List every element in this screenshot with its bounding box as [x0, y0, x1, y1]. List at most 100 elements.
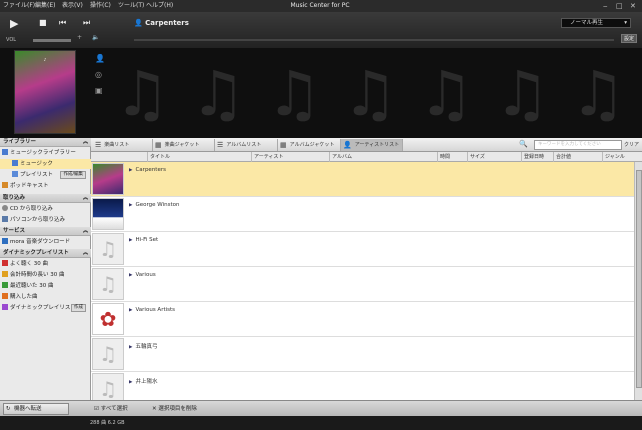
bottom-bar: ↻ 機器へ転送 ☑ すべて選択 ✕ 選択項目を削除	[0, 400, 642, 416]
column-date[interactable]: 登録日時	[521, 152, 544, 162]
window-title: Music Center for PC	[290, 2, 350, 9]
transfer-button[interactable]: ↻ 機器へ転送	[3, 403, 69, 415]
list-item[interactable]: ♫ ▶ Various	[91, 267, 634, 302]
sidebar-item-mora[interactable]: mora 音楽ダウンロード	[0, 237, 91, 247]
expand-icon[interactable]: ▶	[129, 380, 132, 385]
select-all-button[interactable]: ☑ すべて選択	[94, 401, 128, 417]
chevron-down-icon: ▾	[624, 20, 627, 26]
column-album[interactable]: アルバム	[329, 152, 352, 162]
sidebar-item-music-library[interactable]: ミュージックライブラリー	[0, 148, 91, 158]
mora-icon	[2, 238, 8, 244]
expand-icon[interactable]: ▶	[129, 168, 132, 173]
minimize-icon[interactable]: ‒	[603, 0, 607, 12]
column-genre[interactable]: ジャンル	[602, 152, 625, 162]
checkbox-icon: ☑	[94, 406, 99, 412]
sidebar-item-purchased[interactable]: 購入した曲	[0, 292, 91, 302]
cover-art-text: ♪	[43, 57, 47, 62]
search-icon[interactable]: 🔍	[519, 140, 528, 148]
recent-icon	[2, 282, 8, 288]
column-title[interactable]: タイトル	[147, 152, 170, 162]
section-dynamic-playlist[interactable]: ダイナミックプレイリスト ︽	[0, 249, 91, 258]
next-icon[interactable]: ⏭	[83, 18, 90, 28]
expand-icon[interactable]: ▶	[129, 203, 132, 208]
collapse-icon[interactable]: ︽	[83, 227, 88, 236]
sidebar-item-podcast[interactable]: ポッドキャスト	[0, 181, 91, 191]
dynamic-create-button[interactable]: 作成	[71, 304, 86, 312]
vertical-scrollbar[interactable]	[634, 162, 642, 400]
tab-album-list[interactable]: ☰ アルバムリスト	[215, 139, 278, 151]
collapse-icon[interactable]: ︽	[83, 249, 88, 258]
list-item[interactable]: ♫ ▶ 井上陽水	[91, 372, 634, 400]
menu-tools[interactable]: ツール(T)	[118, 0, 144, 12]
column-total[interactable]: 合計値	[553, 152, 571, 162]
sidebar-item-recent[interactable]: 最近聴いた 30 曲	[0, 281, 91, 291]
album-cover[interactable]: ♪	[14, 50, 76, 134]
plus-icon[interactable]: +	[77, 34, 82, 41]
maximize-icon[interactable]: □	[616, 0, 623, 12]
section-service[interactable]: サービス ︽	[0, 227, 91, 236]
volume-slider[interactable]	[33, 39, 71, 42]
close-icon[interactable]: ✕	[630, 0, 636, 12]
sidebar-item-favorite[interactable]: よく聴く 30 曲	[0, 259, 91, 269]
expand-icon[interactable]: ▶	[129, 345, 132, 350]
column-size[interactable]: サイズ	[467, 152, 485, 162]
menu-file[interactable]: ファイル(F)	[3, 0, 35, 12]
menu-view[interactable]: 表示(V)	[62, 0, 83, 12]
speaker-icon[interactable]: 🔈	[92, 34, 99, 41]
section-import[interactable]: 取り込み ︽	[0, 194, 91, 203]
collapse-icon[interactable]: ︽	[83, 138, 88, 147]
disc-icon[interactable]: ◎	[95, 70, 105, 80]
expand-icon[interactable]: ▶	[129, 308, 132, 313]
collapse-icon[interactable]: ︽	[83, 194, 88, 203]
person-list-icon: 👤	[343, 141, 352, 149]
tab-song-jacket[interactable]: ▦ 楽曲ジャケット	[153, 139, 215, 151]
clear-button[interactable]: クリア	[624, 140, 639, 150]
list-item[interactable]: ▶ George Winston	[91, 197, 634, 232]
delete-selected-button[interactable]: ✕ 選択項目を削除	[152, 401, 197, 417]
tab-artist-list[interactable]: 👤 アーティストリスト	[341, 139, 403, 151]
column-header: タイトル アーティスト アルバム 時間 サイズ 登録日時 合計値 ジャンル	[91, 152, 642, 162]
sidebar-item-long[interactable]: 会計時間の長い 30 曲	[0, 270, 91, 280]
previous-icon[interactable]: ⏮	[59, 18, 66, 28]
sidebar-item-dynamic[interactable]: ダイナミックプレイリスト 作成	[0, 303, 91, 313]
sidebar-item-playlist[interactable]: プレイリスト 作成/編集	[0, 170, 91, 180]
list-item[interactable]: ✿ ▶ Various Artists	[91, 302, 634, 337]
list-item[interactable]: ♫ ▶ 五輪真弓	[91, 337, 634, 372]
sidebar-item-music[interactable]: ミュージック	[0, 159, 91, 169]
image-icon[interactable]: ▣	[95, 86, 105, 96]
column-time[interactable]: 時間	[437, 152, 450, 162]
menu-bar: ファイル(F) 編集(E) 表示(V) 操作(C) ツール(T) ヘルプ(H) …	[0, 0, 642, 12]
play-icon[interactable]: ▶	[10, 17, 18, 30]
tab-album-jacket[interactable]: ▦ アルバムジャケット	[278, 139, 341, 151]
sidebar-item-cd-import[interactable]: CD から取り込み	[0, 204, 91, 214]
cd-icon	[2, 205, 8, 211]
sidebar-item-pc-import[interactable]: パソコンから取り込み	[0, 215, 91, 225]
volume-label: VOL	[6, 37, 17, 43]
grid-icon: ▦	[280, 141, 287, 149]
list-item[interactable]: ▶ Carpenters	[91, 162, 634, 197]
heart-icon	[2, 260, 8, 266]
column-artist[interactable]: アーティスト	[251, 152, 283, 162]
playback-mode-select[interactable]: ノーマル再生 ▾	[561, 18, 631, 28]
status-bar: 288 曲 6.2 GB	[0, 416, 642, 430]
menu-edit[interactable]: 編集(E)	[35, 0, 55, 12]
music-note-icon: ♫	[570, 57, 626, 130]
artist-thumbnail	[92, 163, 124, 195]
expand-icon[interactable]: ▶	[129, 238, 132, 243]
search-input[interactable]: キーワードを入力してください	[534, 140, 622, 150]
list-icon: ☰	[217, 141, 224, 149]
menu-operate[interactable]: 操作(C)	[90, 0, 111, 12]
stop-icon[interactable]: ■	[39, 18, 47, 27]
expand-icon[interactable]: ▶	[129, 273, 132, 278]
settings-button[interactable]: 設定	[621, 34, 637, 43]
person-icon[interactable]: 👤	[95, 54, 105, 64]
tab-song-list[interactable]: ☰ 楽曲リスト	[93, 139, 153, 151]
scrollbar-thumb[interactable]	[636, 170, 642, 388]
playlist-edit-button[interactable]: 作成/編集	[60, 171, 86, 179]
list-item[interactable]: ♫ ▶ Hi-Fi Set	[91, 232, 634, 267]
seek-bar[interactable]	[134, 39, 614, 41]
menu-help[interactable]: ヘルプ(H)	[146, 0, 173, 12]
section-library[interactable]: ライブラリー ︽	[0, 138, 91, 147]
library-icon	[2, 149, 8, 155]
music-note-icon: ♫	[418, 57, 474, 130]
